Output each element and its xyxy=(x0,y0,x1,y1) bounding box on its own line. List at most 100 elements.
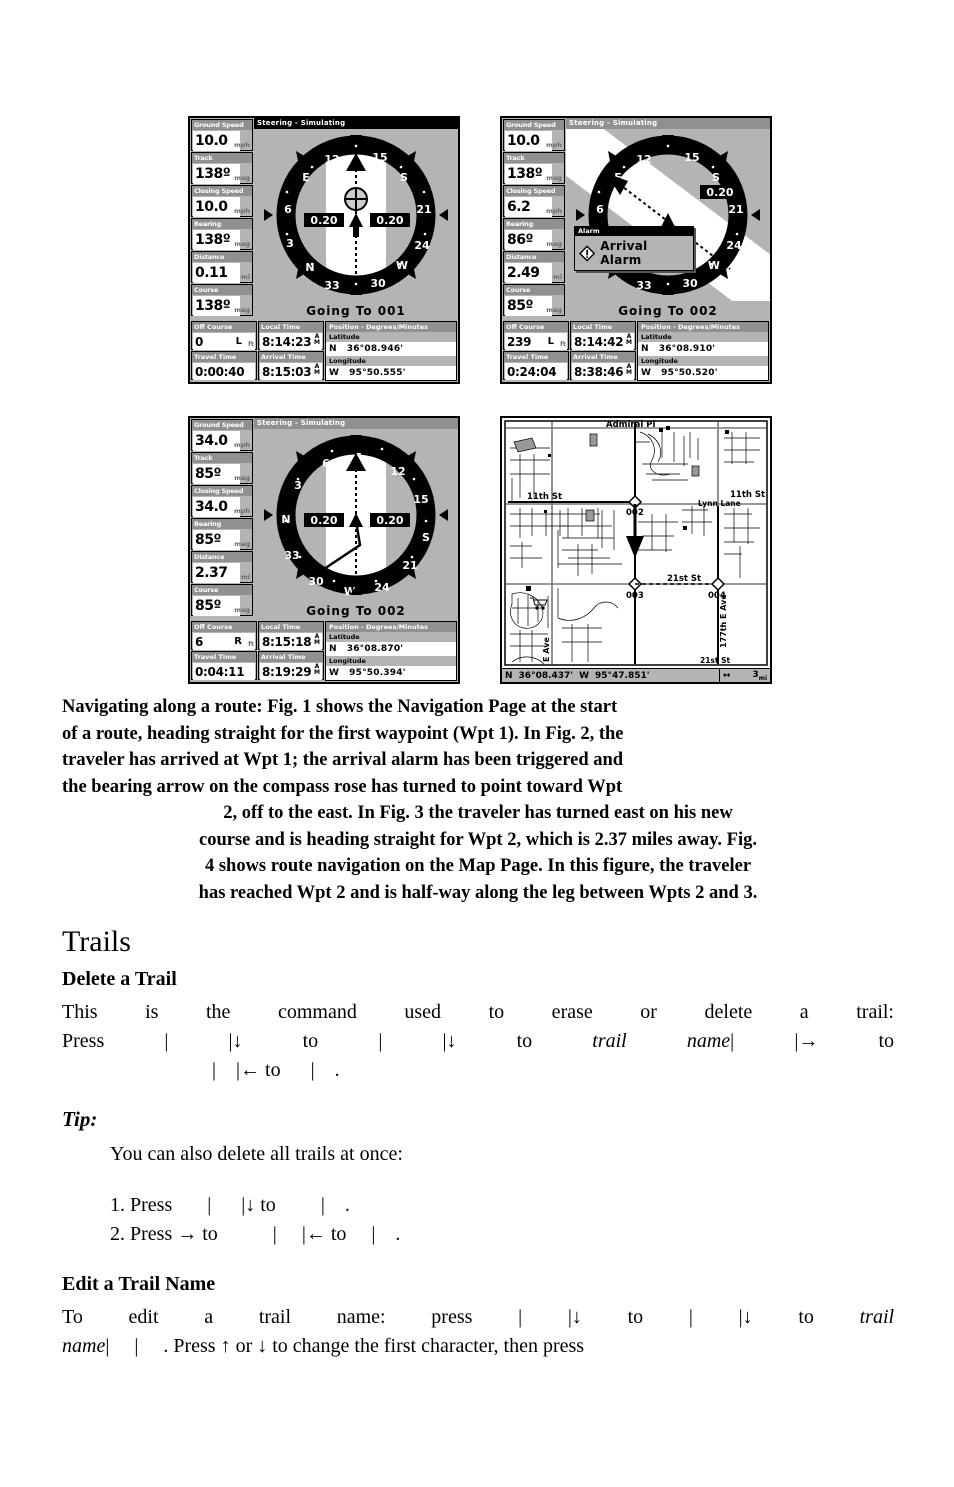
xte-right-value: 0.20 xyxy=(706,186,733,199)
distance-value: 2.37 xyxy=(195,565,228,581)
longitude-hemisphere: W xyxy=(329,368,340,378)
local-time-value: 8:14:23 xyxy=(262,334,312,349)
position-header: Position - Degrees/Minutes xyxy=(326,322,456,332)
ground-speed-cell: Ground Speed 34.0 mph xyxy=(191,419,253,451)
distance-label: Distance xyxy=(192,252,252,262)
gps-navigation-page-fig1: Ground Speed 10.0 mph Track 138º mag Clo… xyxy=(188,116,460,384)
svg-text:21: 21 xyxy=(728,203,743,216)
alarm-text: Arrival Alarm xyxy=(600,239,648,267)
gps-navigation-page-fig3: Ground Speed 34.0 mph Track 85º mag Clos… xyxy=(188,416,460,684)
longitude-value: 95°50.394' xyxy=(349,668,406,678)
page-title: Trails xyxy=(62,925,131,958)
compass-area-fig1: Steering - Simulating 12 15 S 21 24 W 30 33 … xyxy=(254,118,458,320)
longitude-value: 95°50.520' xyxy=(661,368,718,378)
heading-tip: Tip: xyxy=(62,1107,98,1131)
map-longitude-value: 95°47.851' xyxy=(595,670,650,681)
compass-area-fig2: Steering - Simulating 12 15 S 21 24 W 30 33 … xyxy=(566,118,770,320)
track-label: Track xyxy=(504,153,564,163)
svg-text:33: 33 xyxy=(636,279,651,292)
data-column-fig2: Ground Speed 10.0 mph Track 138º mag Clo… xyxy=(502,118,566,320)
tip-step-1: 1. Press | |↓ to | . xyxy=(110,1194,350,1216)
closing-speed-value: 6.2 xyxy=(507,199,531,215)
svg-text:30: 30 xyxy=(370,277,386,290)
bottom-data-strip-fig3: Off Course 6 R ft Travel Time 0:04:11 Lo… xyxy=(190,620,458,682)
course-label: Course xyxy=(192,285,252,295)
course-unit: mag xyxy=(234,306,250,314)
distance-unit: mi xyxy=(240,573,250,581)
arrival-time-label: Arrival Time xyxy=(571,352,635,362)
longitude-hemisphere: W xyxy=(641,368,652,378)
ground-speed-value: 10.0 xyxy=(507,133,540,149)
svg-text:W: W xyxy=(708,259,720,272)
svg-text:33: 33 xyxy=(284,549,299,562)
map-status-bar: N 36°08.437' W 95°47.851' ↔ 3mi xyxy=(502,668,770,682)
distance-cell: Distance 2.37 mi xyxy=(191,551,253,583)
travel-time-label: Travel Time xyxy=(192,352,256,362)
map-latitude-value: 36°08.437' xyxy=(518,670,574,681)
off-course-cell: Off Course 6 R ft xyxy=(191,621,257,650)
travel-time-value: 0:24:04 xyxy=(507,364,557,379)
course-value: 138º xyxy=(195,298,231,314)
arrival-time-value: 8:38:46 xyxy=(574,364,624,379)
track-cell: Track 138º mag xyxy=(503,152,565,184)
caption-line-7: 4 shows route navigation on the Map Page… xyxy=(204,856,752,876)
compass-rose-fig2: 1215 S21 24W 3033 N3 6E xyxy=(566,129,770,301)
arrival-time-label: Arrival Time xyxy=(259,352,323,362)
svg-text:15: 15 xyxy=(372,151,387,164)
figure-row-1: Ground Speed 10.0 mph Track 138º mag Clo… xyxy=(188,116,772,384)
track-value: 85º xyxy=(195,466,221,482)
longitude-row: W 95°50.394' xyxy=(326,666,456,680)
off-course-label: Off Course xyxy=(192,322,256,332)
off-course-value: 6 xyxy=(195,634,204,649)
distance-unit: mi xyxy=(552,273,562,281)
closing-speed-cell: Closing Speed 6.2 mph xyxy=(503,185,565,217)
waypoint-label-003: 003 xyxy=(626,591,644,601)
course-value: 85º xyxy=(507,298,533,314)
off-course-label: Off Course xyxy=(504,322,568,332)
arrival-time-cell: Arrival Time 8:38:46 AM xyxy=(570,351,636,380)
map-scale-unit: mi xyxy=(758,674,767,682)
arrival-alarm-dialog[interactable]: Alarm Arrival Alarm xyxy=(574,226,694,271)
course-cell: Course 85º mag xyxy=(503,284,565,316)
distance-label: Distance xyxy=(192,552,252,562)
svg-text:S: S xyxy=(400,171,408,184)
longitude-label: Longitude xyxy=(326,356,456,366)
arrival-time-cell: Arrival Time 8:15:03 AM xyxy=(258,351,324,380)
bottom-data-strip-fig2: Off Course 239 L ft Travel Time 0:24:04 … xyxy=(502,320,770,382)
xte-left-value: 0.20 xyxy=(310,214,337,227)
track-unit: mag xyxy=(234,174,250,182)
off-course-unit: ft xyxy=(560,340,566,348)
svg-text:24: 24 xyxy=(726,239,742,252)
bearing-value: 138º xyxy=(195,232,231,248)
map-canvas: Admiral Pl 11th St 11th St Lynn Lane 21s… xyxy=(502,418,770,682)
waypoint-label-002: 002 xyxy=(626,508,644,518)
local-time-value: 8:15:18 xyxy=(262,634,312,649)
ground-speed-unit: mph xyxy=(233,141,250,149)
street-label-11th-st-west: 11th St xyxy=(527,492,562,502)
svg-text:24: 24 xyxy=(374,581,390,594)
local-time-cell: Local Time 8:14:23 AM xyxy=(258,321,324,350)
position-header: Position - Degrees/Minutes xyxy=(638,322,768,332)
longitude-value: 95°50.555' xyxy=(349,368,406,378)
figure-caption: Navigating along a route: Fig. 1 shows t… xyxy=(62,694,894,906)
local-time-cell: Local Time 8:14:42 AM xyxy=(570,321,636,350)
tip-step-2: 2. Press → to | |← to | . xyxy=(110,1223,401,1245)
ground-speed-unit: mph xyxy=(233,441,250,449)
compass-area-fig3: Steering - Simulating E12 15S 2124 W30 3… xyxy=(254,418,458,620)
svg-text:30: 30 xyxy=(308,575,324,588)
arrival-time-value: 8:19:29 xyxy=(262,664,312,679)
course-cell: Course 85º mag xyxy=(191,584,253,616)
heading-delete-a-trail: Delete a Trail xyxy=(62,968,177,990)
position-panel: Position - Degrees/Minutes Latitude N 36… xyxy=(325,321,457,381)
svg-text:6: 6 xyxy=(284,203,292,216)
svg-text:E: E xyxy=(302,171,310,184)
local-time-meridiem: AM xyxy=(626,333,632,346)
bearing-cell: Bearing 85º mag xyxy=(191,518,253,550)
ground-speed-cell: Ground Speed 10.0 mph xyxy=(503,119,565,151)
caption-line-3: traveler has arrived at Wpt 1; the arriv… xyxy=(62,750,624,770)
latitude-hemisphere: N xyxy=(641,344,649,354)
ground-speed-label: Ground Speed xyxy=(504,120,564,130)
ground-speed-cell: Ground Speed 10.0 mph xyxy=(191,119,253,151)
svg-text:15: 15 xyxy=(684,151,699,164)
ground-speed-unit: mph xyxy=(545,141,562,149)
